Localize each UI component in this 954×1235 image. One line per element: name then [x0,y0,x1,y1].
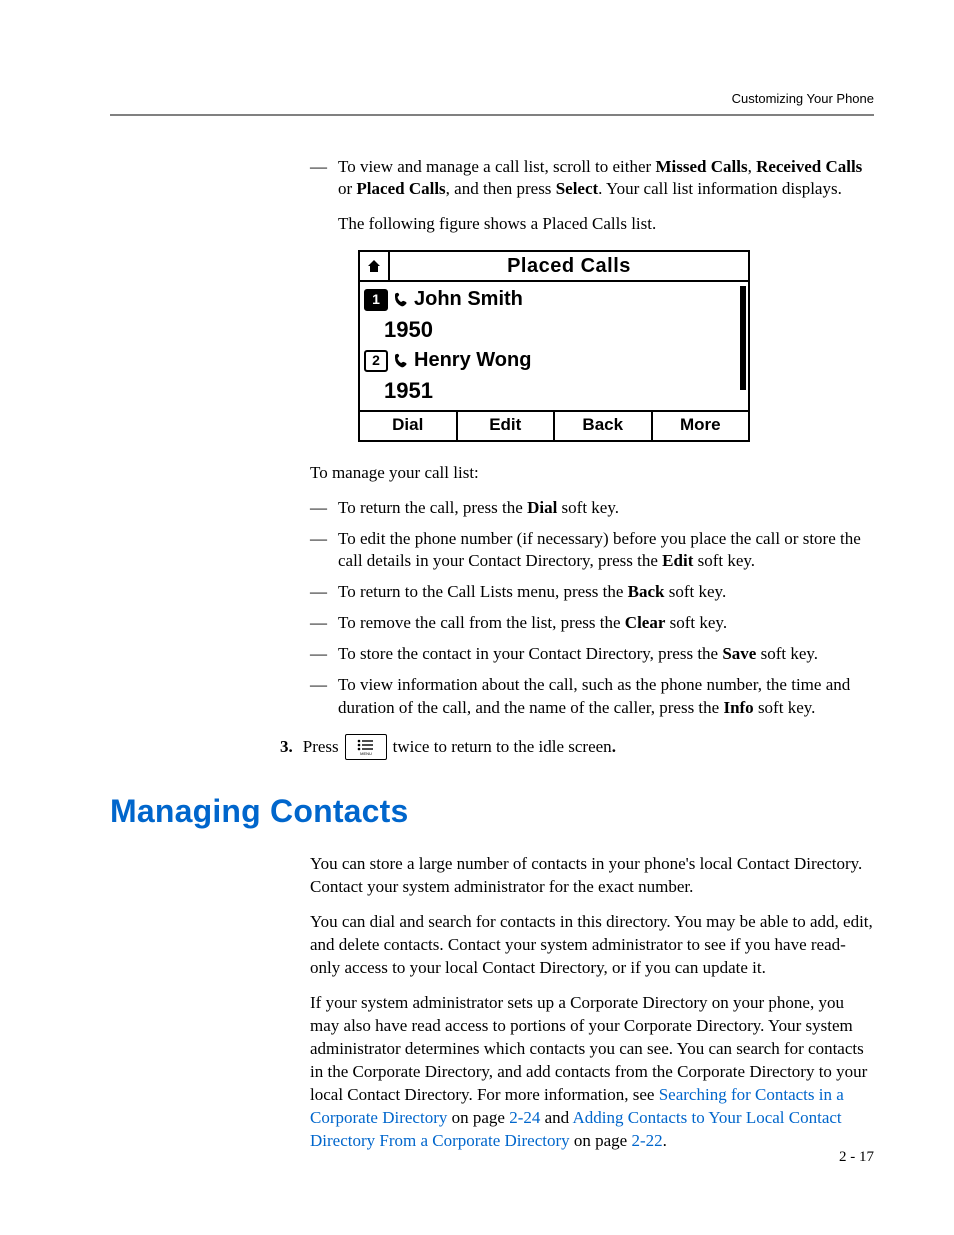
softkey-row: Dial Edit Back More [360,410,748,440]
text: To return the call, press the [338,498,527,517]
softkey-dial: Dial [360,412,458,440]
paragraph: If your system administrator sets up a C… [310,992,874,1153]
scrollbar [740,286,746,390]
figure-caption: The following figure shows a Placed Call… [338,213,874,236]
page-number: 2 - 17 [839,1147,874,1167]
running-head: Customizing Your Phone [110,90,874,108]
list-item-number: 1950 [364,315,744,345]
screen-titlebar: Placed Calls [360,252,748,282]
phone-screen-figure: Placed Calls 1 John Smith 1950 [358,250,750,441]
text: soft key. [665,613,727,632]
text-bold: Received Calls [756,157,862,176]
text-bold: Select [556,179,598,198]
svg-text:MENU: MENU [360,751,372,756]
contact-name: Henry Wong [414,347,531,374]
text-bold: Info [723,698,753,717]
index-badge: 2 [364,350,388,372]
text: on page [447,1108,509,1127]
text-bold: . [612,736,616,759]
softkey-edit: Edit [458,412,556,440]
section-heading-managing-contacts: Managing Contacts [110,790,874,833]
text-bold: Dial [527,498,557,517]
text: To remove the call from the list, press … [338,613,625,632]
list-item: 2 Henry Wong [364,347,744,374]
list-item: To store the contact in your Contact Dir… [310,643,874,666]
text: soft key. [557,498,619,517]
softkey-back: Back [555,412,653,440]
handset-icon [394,292,410,308]
text: , [748,157,757,176]
handset-icon [394,353,410,369]
text-bold: Placed Calls [356,179,445,198]
menu-key-icon: MENU [345,734,387,760]
softkey-more: More [653,412,749,440]
text: soft key. [665,582,727,601]
text: or [338,179,356,198]
paragraph: You can store a large number of contacts… [310,853,874,899]
text: . [663,1131,667,1150]
text: soft key. [756,644,818,663]
manage-intro: To manage your call list: [310,462,874,485]
page-ref-link[interactable]: 2-22 [631,1131,662,1150]
text: . Your call list information displays. [598,179,842,198]
content-area: You can store a large number of contacts… [310,853,874,1152]
content-area: To view and manage a call list, scroll t… [310,156,874,761]
list-item: To view information about the call, such… [310,674,874,720]
list-item: To return the call, press the Dial soft … [310,497,874,520]
screen-body: 1 John Smith 1950 2 Henry [360,282,748,409]
intro-bullet: To view and manage a call list, scroll t… [310,156,874,442]
text: on page [570,1131,632,1150]
text-bold: Save [722,644,756,663]
text: soft key. [693,551,755,570]
list-item-number: 1951 [364,376,744,406]
paragraph: You can dial and search for contacts in … [310,911,874,980]
text-bold: Edit [662,551,693,570]
text-bold: Back [628,582,665,601]
text: soft key. [754,698,816,717]
list-item: To remove the call from the list, press … [310,612,874,635]
page-ref-link[interactable]: 2-24 [509,1108,540,1127]
text-bold: Clear [625,613,666,632]
header-rule [110,114,874,116]
list-item: To return to the Call Lists menu, press … [310,581,874,604]
screen-title: Placed Calls [390,253,748,280]
home-icon [360,252,390,280]
text: To store the contact in your Contact Dir… [338,644,722,663]
step-number: 3. [280,736,293,759]
text: , and then press [446,179,556,198]
text: and [540,1108,572,1127]
text: To edit the phone number (if necessary) … [338,529,861,571]
list-item: To edit the phone number (if necessary) … [310,528,874,574]
text: To view and manage a call list, scroll t… [338,157,655,176]
index-badge-selected: 1 [364,289,388,311]
list-item: 1 John Smith [364,286,744,313]
text: Press [303,736,339,759]
text: To return to the Call Lists menu, press … [338,582,628,601]
contact-name: John Smith [414,286,523,313]
step-3: 3. Press MENU twice to return to the idl… [280,734,874,760]
text-bold: Missed Calls [655,157,747,176]
text: twice to return to the idle screen [393,736,612,759]
